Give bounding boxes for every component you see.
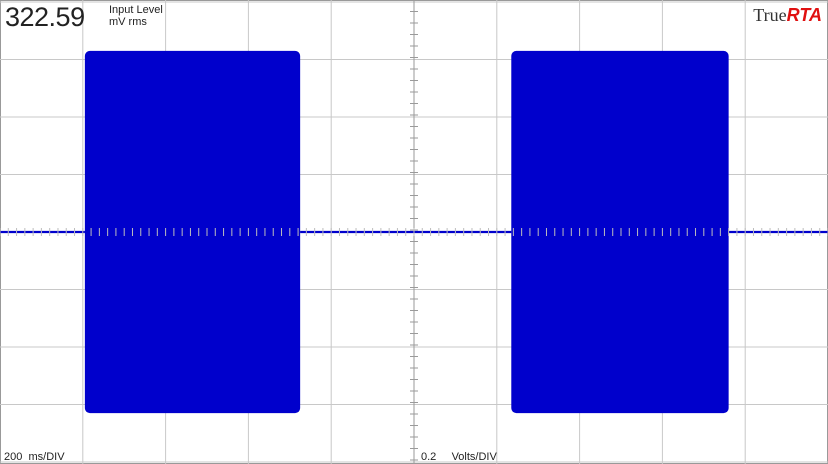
volts-per-div-unit: Volts/DIV	[451, 451, 497, 463]
signal-burst-1	[84, 50, 301, 414]
timebase-unit: ms/DIV	[28, 451, 65, 463]
signal-burst-2	[511, 50, 729, 414]
brand-rta: RTA	[786, 5, 822, 25]
brand-true: True	[753, 5, 787, 25]
input-level-label-title: Input Level	[109, 4, 163, 16]
volts-per-div-label: 0.2 Volts/DIV	[421, 451, 497, 463]
oscilloscope-display	[0, 0, 828, 464]
input-level-label: Input Level mV rms	[109, 4, 163, 28]
timebase-label: 200 ms/DIV	[4, 451, 65, 463]
volts-per-div-value: 0.2	[421, 451, 437, 463]
truerta-logo: TrueRTA	[753, 5, 822, 26]
input-level-value: 322.59	[5, 2, 85, 32]
timebase-value: 200	[4, 451, 23, 463]
input-level-unit: mV rms	[109, 16, 147, 28]
